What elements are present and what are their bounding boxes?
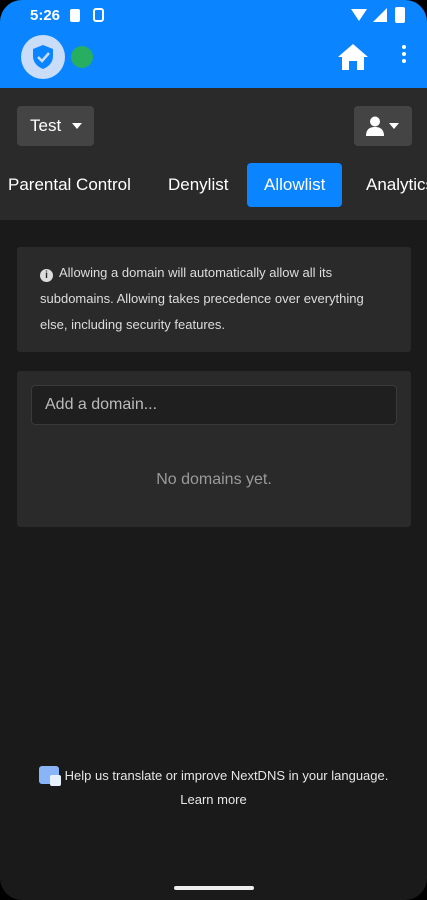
gesture-bar[interactable] [174,886,254,890]
translate-text: Help us translate or improve NextDNS in … [64,768,389,783]
more-vert-icon[interactable] [394,42,414,72]
translate-icon [38,766,61,786]
info-text-line3: else, including security features. [40,317,225,332]
profile-name: Test [30,116,62,135]
status-indicators [351,6,411,26]
shield-check-icon[interactable] [21,35,65,79]
empty-state: No domains yet. [156,471,272,488]
info-text-line2: subdomains. Allowing takes precedence ov… [40,291,364,306]
vpn-icon [93,8,104,22]
tab-bar: Parental Control Denylist Allowlist Anal… [0,163,427,207]
wifi-icon [351,9,367,21]
profile-dropdown[interactable]: Test [17,106,94,146]
info-icon: i [40,269,53,282]
signal-icon [373,8,387,22]
tab-parental-control[interactable]: Parental Control [8,163,131,207]
footer: Help us translate or improve NextDNS in … [0,764,427,812]
controls-bar: Test Parental Control Denylist Allowlist… [0,88,427,220]
notification-icon [70,9,80,22]
phone-screen: 5:26 Test Parental Control Denylist Allo… [0,0,427,900]
account-menu-button[interactable] [354,106,412,146]
caret-down-icon [72,123,82,129]
status-time: 5:26 [30,7,61,24]
status-bar: 5:26 [0,0,427,32]
add-domain-input[interactable] [31,385,397,425]
tab-analytics[interactable]: Analytics [366,163,427,207]
caret-down-icon [389,123,399,129]
info-box: i Allowing a domain will automatically al… [17,247,411,352]
tab-allowlist[interactable]: Allowlist [247,163,343,207]
battery-icon [395,7,405,23]
info-text-line1: Allowing a domain will automatically all… [59,265,333,280]
home-icon[interactable] [336,42,370,72]
status-dot-icon [71,46,93,68]
learn-more-link[interactable]: Learn more [0,788,427,812]
app-bar [0,32,427,88]
user-icon [366,116,384,136]
allowlist-card: No domains yet. [17,371,411,527]
tab-denylist[interactable]: Denylist [168,163,228,207]
